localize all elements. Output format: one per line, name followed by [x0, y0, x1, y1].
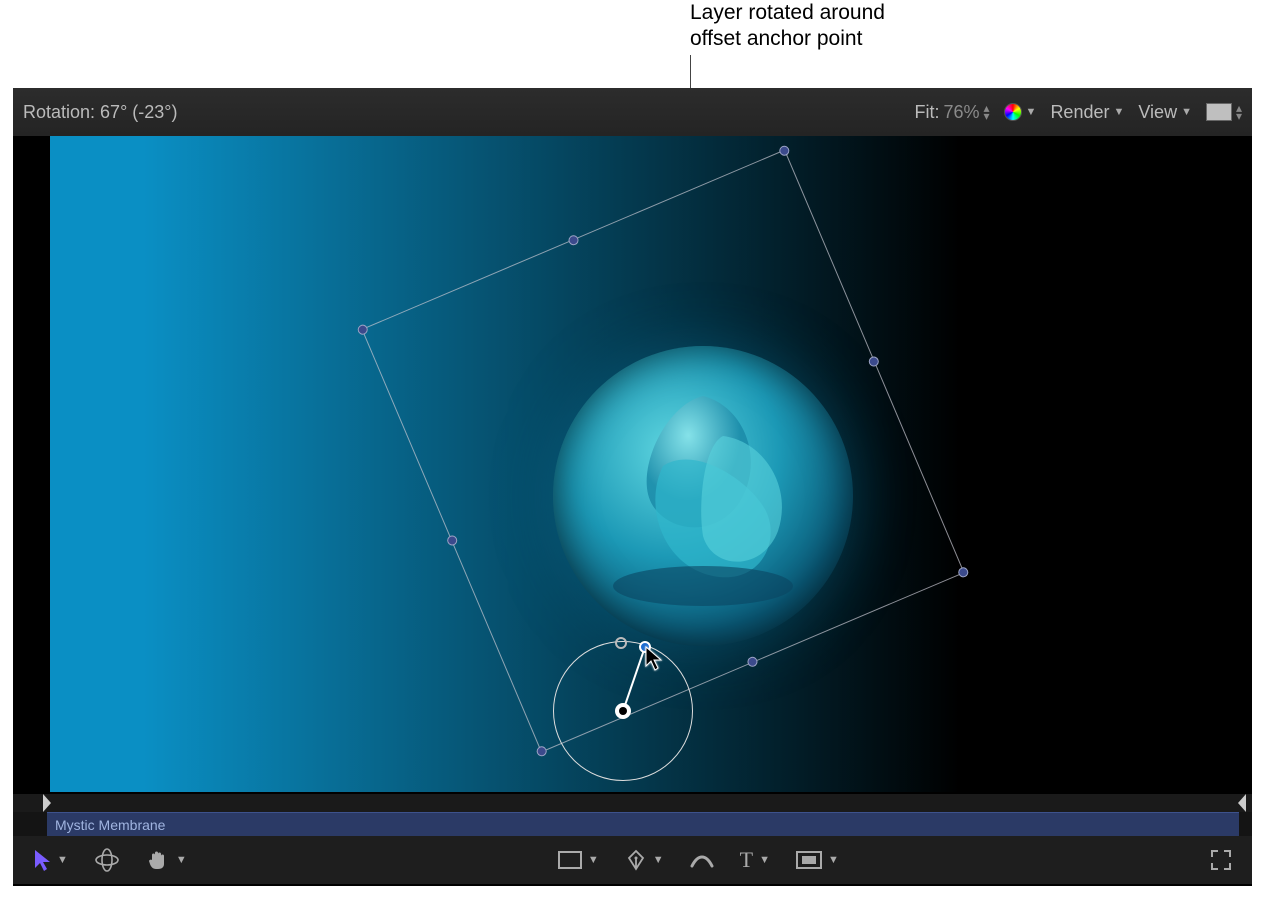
render-label: Render: [1050, 102, 1109, 123]
hand-icon: [146, 848, 170, 872]
chevron-down-icon: ▼: [1113, 106, 1124, 118]
anchor-point-icon[interactable]: [615, 703, 631, 719]
chevron-down-icon: ▼: [759, 854, 770, 866]
background-swatch-icon: [1206, 103, 1232, 121]
chevron-down-icon: ▼: [653, 854, 664, 866]
expand-toggle[interactable]: [1210, 849, 1232, 871]
text-t-icon: T: [740, 847, 753, 873]
stepper-icon: ▴▾: [984, 104, 990, 120]
rotation-drag-handle[interactable]: [639, 641, 651, 653]
rotation-arm-icon: [553, 641, 853, 791]
canvas-panel: Rotation: 67° (-23°) Fit: 76% ▴▾ ▼ Rende…: [13, 88, 1252, 886]
chevron-down-icon: ▼: [588, 854, 599, 866]
brush-stroke-icon: [690, 850, 714, 870]
pen-nib-icon: [625, 849, 647, 871]
chevron-down-icon: ▼: [1181, 106, 1192, 118]
chevron-down-icon: ▼: [1026, 106, 1037, 118]
shape-mask-tool[interactable]: ▼: [796, 851, 839, 869]
callout-text: Layer rotated aroundoffset anchor point: [690, 0, 1090, 52]
render-menu[interactable]: Render ▼: [1050, 102, 1124, 123]
mini-timeline-track[interactable]: Mystic Membrane: [13, 812, 1252, 836]
expand-icon: [1210, 849, 1232, 871]
rotation-readout: Rotation: 67° (-23°): [23, 102, 914, 123]
color-channels-menu[interactable]: ▼: [1004, 103, 1037, 121]
chevron-down-icon: ▼: [57, 854, 68, 866]
canvas-viewport[interactable]: [13, 136, 1252, 794]
timeline-clip[interactable]: Mystic Membrane: [47, 812, 1239, 836]
fit-value: 76%: [943, 102, 979, 123]
rotation-hud[interactable]: [553, 641, 693, 781]
canvas-toolbar: ▼ ▼ ▼ ▼ T ▼ ▼: [13, 836, 1252, 884]
rectangle-icon: [558, 851, 582, 869]
stepper-icon: ▴▾: [1236, 104, 1242, 120]
select-tool[interactable]: ▼: [33, 849, 68, 871]
view-menu[interactable]: View ▼: [1138, 102, 1192, 123]
pen-tool[interactable]: ▼: [625, 849, 664, 871]
background-swatch-control[interactable]: ▴▾: [1206, 103, 1242, 121]
frame-icon: [796, 851, 822, 869]
paint-stroke-tool[interactable]: [690, 850, 714, 870]
rect-mask-tool[interactable]: ▼: [558, 851, 599, 869]
out-point-marker-icon[interactable]: [1238, 794, 1246, 812]
clip-label: Mystic Membrane: [55, 817, 165, 833]
canvas-topbar: Rotation: 67° (-23°) Fit: 76% ▴▾ ▼ Rende…: [13, 88, 1252, 136]
fit-zoom-control[interactable]: Fit: 76% ▴▾: [914, 102, 989, 123]
colorwheel-icon: [1004, 103, 1022, 121]
in-point-marker-icon[interactable]: [43, 794, 51, 812]
orbit-3d-icon: [94, 847, 120, 873]
text-tool[interactable]: T ▼: [740, 847, 770, 873]
arrow-cursor-icon: [33, 849, 51, 871]
rotation-ghost-handle: [615, 637, 627, 649]
chevron-down-icon: ▼: [828, 854, 839, 866]
3d-transform-tool[interactable]: [94, 847, 120, 873]
view-label: View: [1138, 102, 1177, 123]
chevron-down-icon: ▼: [176, 854, 187, 866]
mini-timeline-ruler[interactable]: [13, 794, 1252, 812]
fit-label: Fit:: [914, 102, 939, 123]
pan-tool[interactable]: ▼: [146, 848, 187, 872]
